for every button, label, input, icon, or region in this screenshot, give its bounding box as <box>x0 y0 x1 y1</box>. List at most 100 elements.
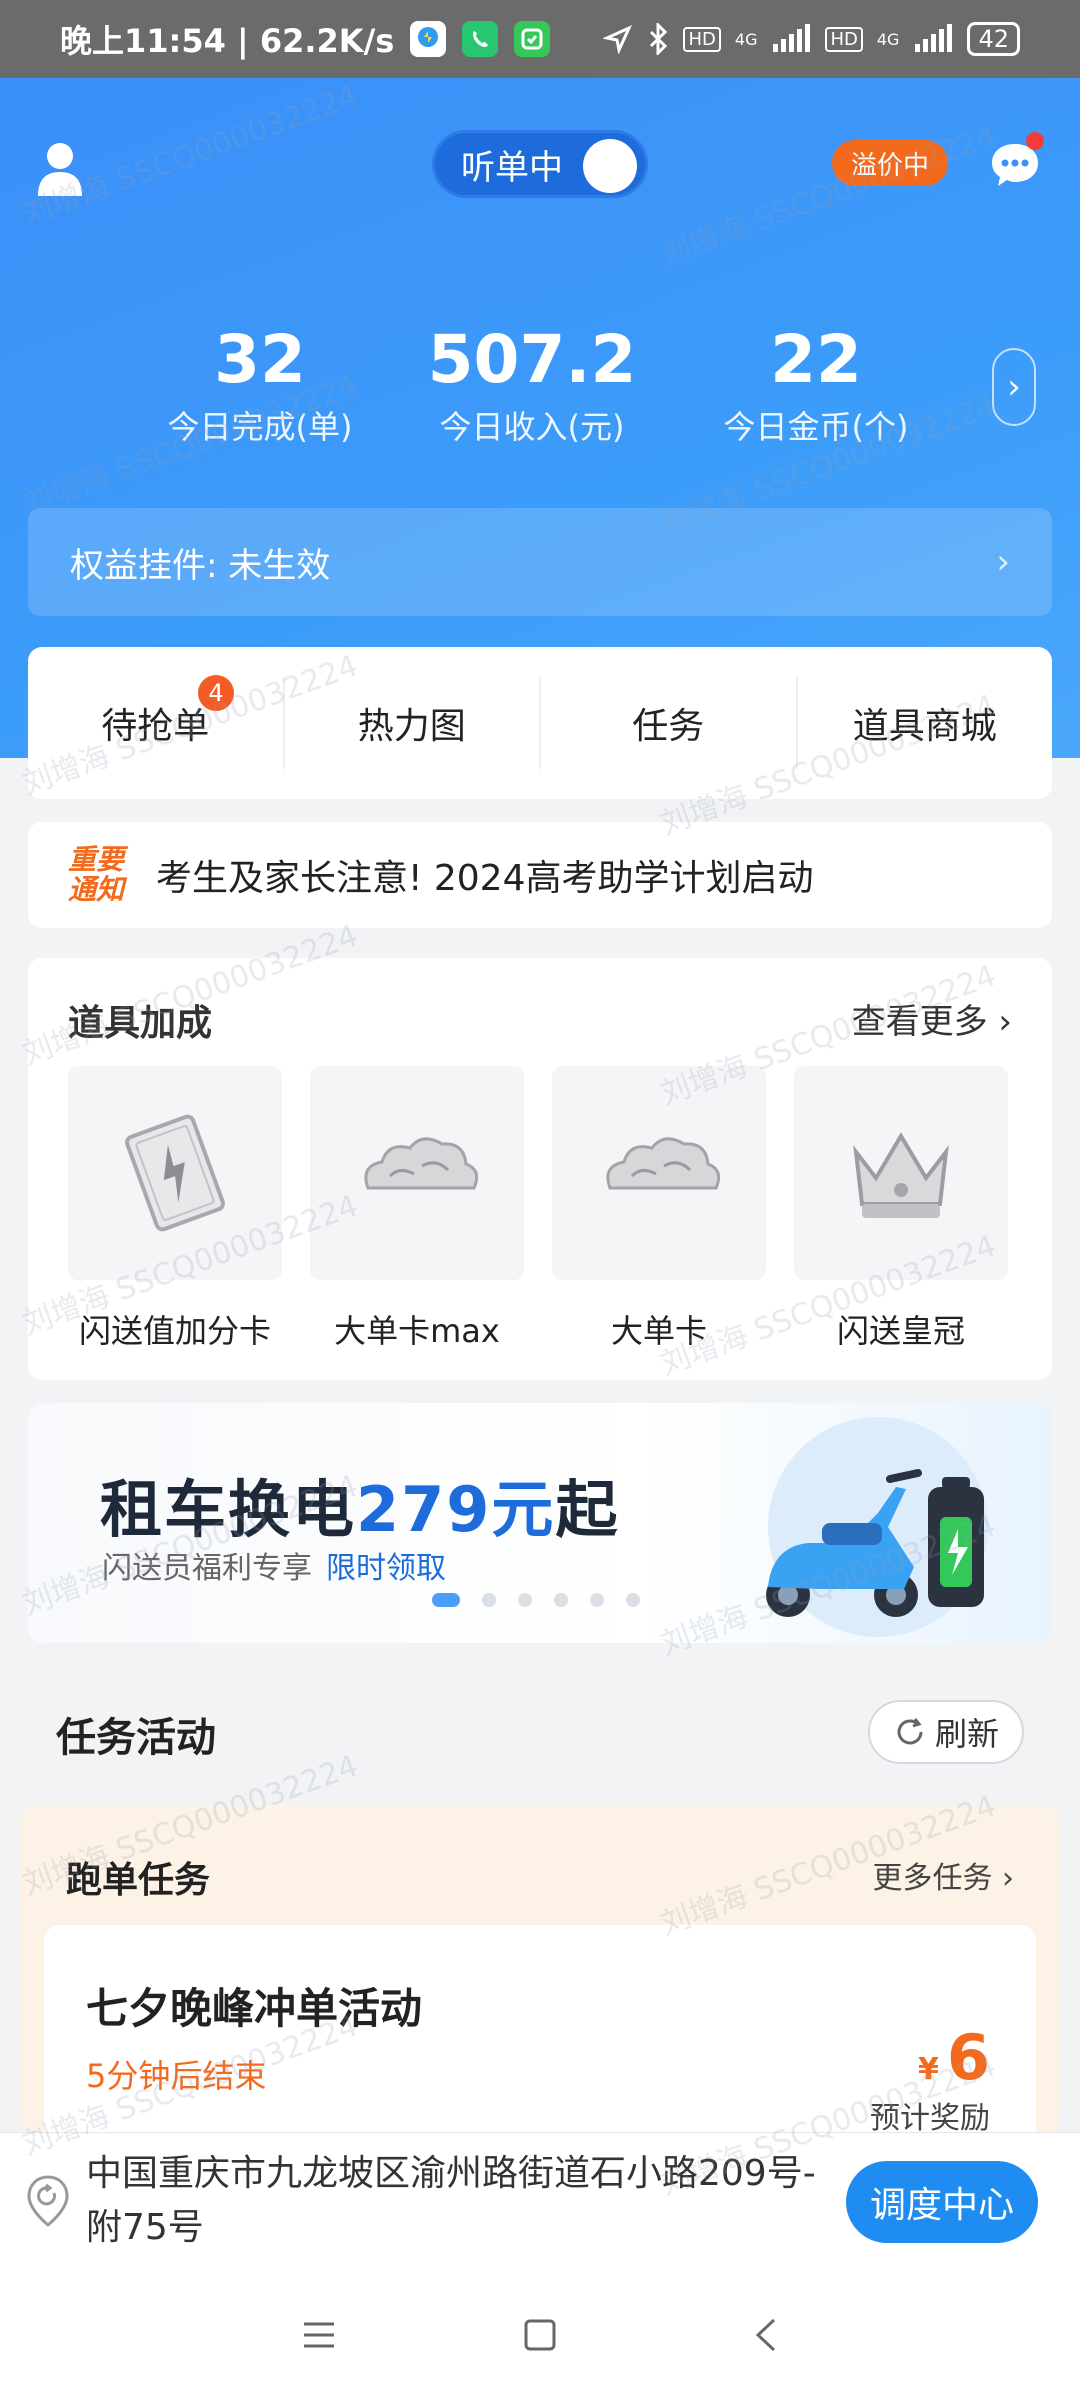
quick-tabs: 待抢单 4 热力图 任务 道具商城 <box>28 647 1052 799</box>
props-title: 道具加成 <box>68 1003 213 1044</box>
prop-name: 大单卡max <box>334 1312 500 1350</box>
reward-currency: ¥ <box>917 2052 939 2087</box>
run-tasks-card: 跑单任务 更多任务 › 七夕晚峰冲单活动 5分钟后结束 ¥6 预计奖励 <box>20 1805 1060 2145</box>
signal-icon-2 <box>915 24 953 52</box>
status-left: 晚上11:54 | 62.2K/s <box>60 16 551 62</box>
stat-completed[interactable]: 32 今日完成(单) <box>140 320 380 448</box>
premium-badge[interactable]: 溢价中 <box>832 140 948 186</box>
menu-icon[interactable] <box>294 2310 344 2360</box>
chevron-right-icon: › <box>1002 1861 1014 1896</box>
task-item[interactable]: 七夕晚峰冲单活动 5分钟后结束 ¥6 预计奖励 <box>44 1925 1036 2145</box>
benefit-label: 权益挂件: 未生效 <box>70 545 331 586</box>
task-deadline: 5分钟后结束 <box>86 2057 267 2095</box>
unread-dot <box>1026 132 1044 150</box>
network-label-2: 4G <box>876 29 900 49</box>
app-screen: 晚上11:54 | 62.2K/s HD 4G HD 4G 42 听单中 溢价中… <box>0 0 1080 2400</box>
notice-tag-line1: 重要 <box>68 843 125 876</box>
user-icon[interactable] <box>36 140 84 198</box>
banner-title-prefix: 租车换电 <box>100 1473 357 1546</box>
benefit-widget-bar[interactable]: 权益挂件: 未生效 › <box>28 508 1052 616</box>
banner-title-suffix: 起 <box>555 1473 620 1546</box>
stat-label: 今日完成(单) <box>167 408 353 446</box>
stat-value: 507.2 <box>427 321 637 398</box>
lightning-card-icon <box>125 1114 225 1232</box>
tab-label: 热力图 <box>357 706 466 747</box>
pagination-dot[interactable] <box>590 1593 604 1607</box>
home-icon[interactable] <box>515 2310 565 2360</box>
dispatch-center-button[interactable]: 调度中心 <box>846 2161 1038 2243</box>
stat-label: 今日收入(元) <box>439 408 625 446</box>
pagination-dot[interactable] <box>554 1593 568 1607</box>
tab-tasks[interactable]: 任务 <box>539 677 796 769</box>
banner-title: 租车换电279元起 <box>100 1459 619 1549</box>
cloud-icon <box>606 1137 721 1190</box>
battery-indicator: 42 <box>967 22 1020 56</box>
refresh-button[interactable]: 刷新 <box>868 1700 1024 1764</box>
prop-thumb <box>68 1066 282 1280</box>
prop-thumb <box>310 1066 524 1280</box>
app-notification-icon <box>410 21 447 57</box>
pagination-dot-active[interactable] <box>432 1593 460 1607</box>
signal-icon-1 <box>773 24 811 52</box>
banner-claim-link[interactable]: 限时领取 <box>326 1551 446 1586</box>
location-pin-icon[interactable] <box>24 2173 72 2229</box>
props-section: 道具加成 查看更多 › 闪送值加分卡 大单卡max 大单卡 闪送皇冠 <box>28 958 1052 1380</box>
stat-label: 今日金币(个) <box>723 408 909 446</box>
current-address: 中国重庆市九龙坡区渝州路街道石小路209号-附75号 <box>86 2153 816 2248</box>
notice-tag-line2: 通知 <box>68 873 125 906</box>
stat-coins[interactable]: 22 今日金币(个) <box>696 320 936 448</box>
top-bar: 听单中 溢价中 <box>0 130 1080 210</box>
prop-name: 闪送皇冠 <box>836 1312 965 1350</box>
tab-label: 待抢单 <box>101 706 210 747</box>
pending-count-badge: 4 <box>196 673 236 713</box>
stats-more-chevron-icon[interactable]: › <box>992 348 1036 426</box>
location-arrow-icon <box>603 24 633 54</box>
props-more-link[interactable]: 查看更多 › <box>852 994 1012 1043</box>
pagination-dot[interactable] <box>518 1593 532 1607</box>
notice-tag: 重要 通知 <box>68 845 136 905</box>
pagination-dot[interactable] <box>626 1593 640 1607</box>
tab-label: 任务 <box>632 706 705 747</box>
props-more-label: 查看更多 <box>851 1002 988 1042</box>
today-stats: 32 今日完成(单) 507.2 今日收入(元) 22 今日金币(个) <box>0 320 1080 450</box>
prop-item[interactable]: 大单卡 <box>552 1066 766 1352</box>
banner-subtitle-text: 闪送员福利专享 <box>102 1551 312 1586</box>
network-label-1: 4G <box>734 29 758 49</box>
banner-title-highlight: 279元 <box>356 1473 556 1546</box>
toggle-knob <box>583 139 637 193</box>
prop-item[interactable]: 大单卡max <box>310 1066 524 1352</box>
run-tasks-title: 跑单任务 <box>66 1860 211 1901</box>
stat-value: 32 <box>214 321 306 398</box>
prop-item[interactable]: 闪送皇冠 <box>794 1066 1008 1352</box>
bluetooth-icon <box>650 23 668 55</box>
crown-icon <box>853 1132 949 1218</box>
chevron-right-icon: › <box>998 1002 1012 1042</box>
notice-text: 考生及家长注意! 2024高考助学计划启动 <box>156 858 814 899</box>
hd-badge-2: HD <box>825 26 863 52</box>
prop-thumb <box>794 1066 1008 1280</box>
system-nav-bar <box>0 2270 1080 2400</box>
task-reward: ¥6 <box>918 2021 990 2094</box>
banner-pagination <box>432 1593 640 1607</box>
scooter-battery-illustration <box>766 1417 988 1637</box>
shield-notification-icon <box>514 21 551 57</box>
stat-value: 22 <box>770 321 862 398</box>
listen-toggle[interactable]: 听单中 <box>432 130 648 198</box>
more-tasks-link[interactable]: 更多任务 › <box>872 1853 1014 1897</box>
refresh-label: 刷新 <box>934 1715 999 1753</box>
tab-label: 道具商城 <box>852 706 997 747</box>
promo-banner[interactable]: 租车换电279元起 闪送员福利专享 限时领取 <box>28 1403 1052 1643</box>
prop-item[interactable]: 闪送值加分卡 <box>68 1066 282 1352</box>
tab-heatmap[interactable]: 热力图 <box>282 677 540 769</box>
refresh-icon <box>897 1718 923 1745</box>
task-name: 七夕晚峰冲单活动 <box>86 1984 423 2033</box>
back-icon[interactable] <box>742 2310 792 2360</box>
prop-thumb <box>552 1066 766 1280</box>
prop-name: 闪送值加分卡 <box>78 1312 271 1350</box>
reward-label: 预计奖励 <box>870 2101 990 2136</box>
tab-pending-orders[interactable]: 待抢单 4 <box>28 673 283 769</box>
important-notice[interactable]: 重要 通知 考生及家长注意! 2024高考助学计划启动 <box>28 822 1052 928</box>
stat-income[interactable]: 507.2 今日收入(元) <box>412 320 652 448</box>
tab-prop-store[interactable]: 道具商城 <box>795 677 1053 769</box>
pagination-dot[interactable] <box>482 1593 496 1607</box>
